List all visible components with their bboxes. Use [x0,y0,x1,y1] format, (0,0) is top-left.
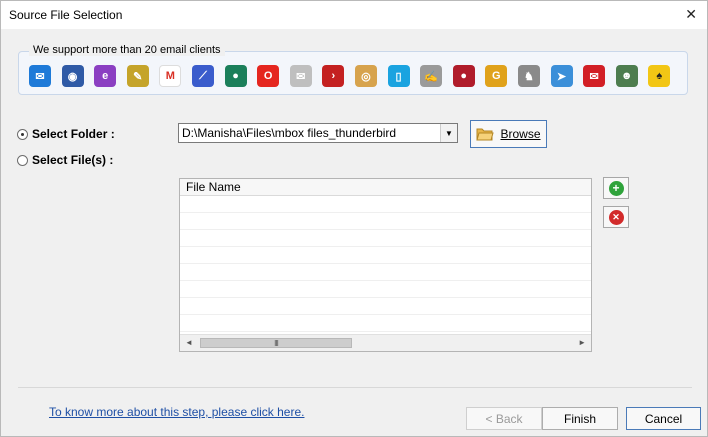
mail-icon: ✉ [29,65,51,87]
finish-label: Finish [563,411,596,426]
zimbra-icon: ✎ [126,65,149,87]
close-icon[interactable]: ✕ [685,6,697,23]
client-icon-row: ✉ ◉ e ✎ M ⟋ ● O ✉ › ◎ ▯ ✍ ● G ♞ ➤ ✉ ☻ ♠ [29,65,681,87]
back-button[interactable]: < Back [466,407,542,430]
select-folder-label: Select Folder : [32,127,115,141]
person-mail-icon: ☻ [615,65,638,87]
select-folder-option[interactable]: Select Folder : [17,127,115,141]
arrow-circle-icon: › [322,65,345,87]
remove-file-button[interactable]: ✕ [603,206,629,228]
select-folder-radio[interactable] [17,128,28,140]
bat-icon: ♠ [648,65,671,87]
cancel-label: Cancel [644,411,683,426]
globe-mail-icon: ◎ [354,65,377,87]
gmail-icon: M [159,65,182,87]
list-item [180,213,591,230]
select-files-option[interactable]: Select File(s) : [17,153,113,167]
source-file-selection-dialog: Source File Selection ✕ We support more … [0,0,708,437]
cancel-button[interactable]: Cancel [626,407,701,430]
help-link[interactable]: To know more about this step, please cli… [49,405,304,419]
scroll-grip-icon: III [274,338,279,348]
scroll-left-icon[interactable]: ◄ [185,338,193,347]
horizontal-scrollbar[interactable]: ◄ III ► [180,334,591,351]
folder-path-combobox[interactable]: D:\Manisha\Files\mbox files_thunderbird … [178,123,458,143]
file-list-grid[interactable]: File Name ◄ III ► [179,178,592,352]
hand-mail-icon: ✍ [420,65,443,87]
title-bar: Source File Selection ✕ [1,1,707,29]
browse-button[interactable]: Browse [470,120,547,148]
select-files-label: Select File(s) : [32,153,114,167]
remove-icon: ✕ [608,209,624,225]
add-file-button[interactable]: + [603,177,629,199]
list-item [180,264,591,281]
folder-path-value: D:\Manisha\Files\mbox files_thunderbird [182,126,397,140]
list-item [180,315,591,332]
browse-label: Browse [500,127,541,141]
eudora-icon: e [94,65,117,87]
chevron-down-icon[interactable]: ▼ [440,124,457,142]
list-item [180,196,591,213]
red-envelope-icon: ✉ [583,65,606,87]
thunderbird-icon: ◉ [61,65,84,87]
list-item [180,247,591,264]
postbox-icon: ⟋ [191,65,214,87]
add-icon: + [608,180,624,196]
list-item [180,230,591,247]
paper-plane-icon: ➤ [550,65,573,87]
file-name-column-header[interactable]: File Name [180,179,591,196]
finish-button[interactable]: Finish [542,407,618,430]
blue-file-icon: ▯ [387,65,410,87]
clients-label: We support more than 20 email clients [29,44,225,56]
berry-icon: ● [452,65,475,87]
supported-clients-group: We support more than 20 email clients ✉ ◉… [18,44,688,95]
list-item [180,281,591,298]
gold-g-icon: G [485,65,508,87]
seamonkey-icon: ● [224,65,247,87]
scroll-right-icon[interactable]: ► [578,338,586,347]
select-files-radio[interactable] [17,154,28,166]
mail-clock-icon: ✉ [289,65,312,87]
footer-divider [18,387,692,388]
scrollbar-thumb[interactable]: III [200,338,352,348]
gnu-icon: ♞ [517,65,540,87]
folder-open-icon [476,128,495,141]
opera-icon: O [257,65,280,87]
back-label: < Back [485,411,523,426]
dialog-title: Source File Selection [9,8,123,22]
list-item [180,298,591,315]
